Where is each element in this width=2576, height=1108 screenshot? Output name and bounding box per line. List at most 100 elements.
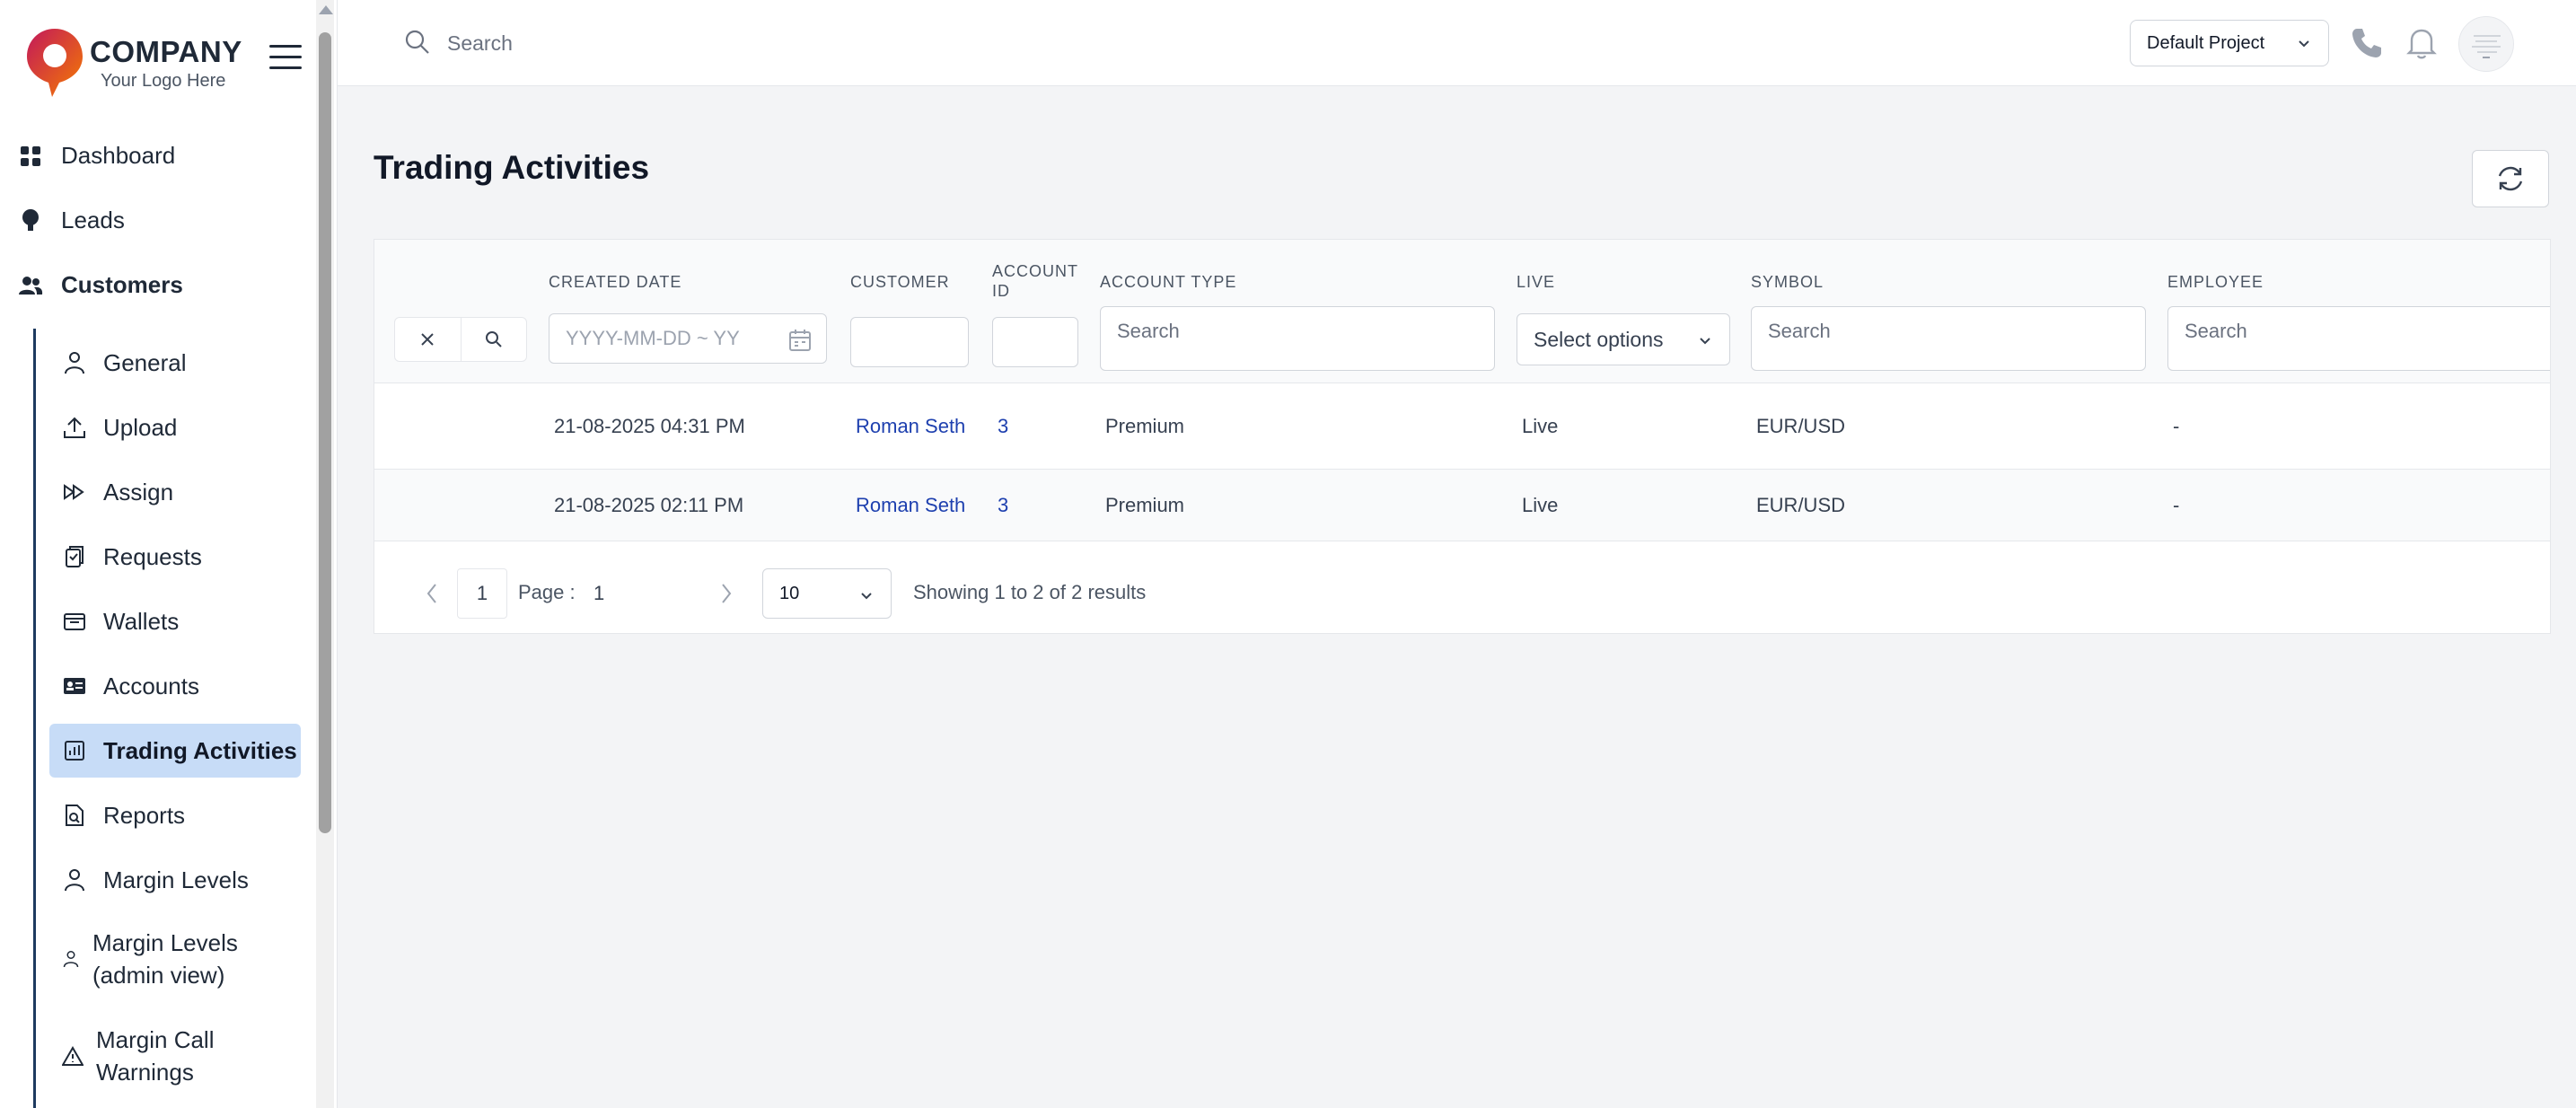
account-id-filter-input[interactable]	[992, 317, 1078, 367]
upload-icon	[62, 415, 87, 440]
cell-account-id-link[interactable]: 3	[998, 383, 1008, 470]
sidebar-item-label: Trading Activities	[103, 736, 297, 764]
bell-icon[interactable]	[2405, 25, 2439, 61]
cell-live: Live	[1522, 415, 1559, 437]
cell-account-type: Premium	[1105, 494, 1185, 516]
sidebar-item-reports[interactable]: Reports	[49, 797, 301, 833]
chevron-right-icon	[722, 584, 732, 603]
page-size-select[interactable]: 10	[762, 568, 892, 619]
trading-activities-table: CREATED DATE CUSTOMER ACCOUNT ID ACCOUNT…	[374, 239, 2551, 634]
results-summary: Showing 1 to 2 of 2 results	[913, 581, 1147, 603]
global-search-input[interactable]	[447, 25, 986, 61]
employee-search-input[interactable]	[2167, 306, 2550, 371]
submenu-guide-line	[33, 329, 36, 1108]
table-row[interactable]: 21-08-2025 04:31 PM Roman Seth 3 Premium…	[374, 383, 2550, 470]
chevron-down-icon	[1700, 338, 1710, 345]
cell-account-type: Premium	[1105, 415, 1185, 437]
sidebar-item-leads[interactable]: Leads	[18, 207, 125, 234]
cell-symbol: EUR/USD	[1756, 494, 1846, 516]
menu-toggle-icon[interactable]	[269, 45, 302, 72]
sidebar-item-margin-levels-admin[interactable]: Margin Levels (admin view)	[49, 925, 283, 993]
top-bar: Default Project	[338, 0, 2576, 86]
page-size-value: 10	[779, 583, 800, 603]
clear-filters-button[interactable]	[395, 318, 462, 361]
filter-actions	[394, 317, 527, 362]
page-number-button[interactable]: 1	[457, 568, 507, 619]
table-row[interactable]: 21-08-2025 02:11 PM Roman Seth 3 Premium…	[374, 470, 2550, 541]
cell-live: Live	[1522, 494, 1559, 516]
report-icon	[62, 803, 87, 828]
cell-symbol: EUR/USD	[1756, 415, 1846, 437]
user-icon	[62, 867, 87, 893]
logo-company-text: COMPANY	[90, 34, 242, 68]
sidebar-item-accounts[interactable]: Accounts	[49, 668, 301, 704]
scroll-thumb[interactable]	[319, 32, 331, 833]
page-jump-input[interactable]	[593, 570, 701, 617]
pagination: 1 Page : 10 Showing 1 to 2 of 2 results	[374, 554, 2550, 635]
refresh-button[interactable]	[2472, 150, 2549, 207]
sidebar-item-customers[interactable]: Customers	[18, 271, 183, 299]
wallet-icon	[62, 609, 87, 634]
created-date-range-input[interactable]	[549, 313, 827, 364]
search-icon	[485, 331, 502, 347]
sidebar-item-wallets[interactable]: Wallets	[49, 603, 301, 639]
lightbulb-icon	[18, 208, 43, 233]
column-header-created-date: CREATED DATE	[549, 273, 682, 291]
user-icon	[62, 350, 87, 375]
calendar-icon[interactable]	[787, 328, 813, 353]
apply-filters-button[interactable]	[462, 318, 527, 361]
logo-pin-icon	[27, 29, 83, 97]
column-header-symbol: SYMBOL	[1751, 273, 1824, 291]
live-filter-placeholder: Select options	[1534, 327, 1664, 351]
sidebar-item-label: Wallets	[103, 607, 180, 635]
refresh-icon	[2498, 166, 2523, 191]
logo-tagline: Your Logo Here	[101, 70, 226, 91]
sidebar-item-upload[interactable]: Upload	[49, 409, 301, 445]
chevron-down-icon	[2299, 40, 2309, 48]
next-page-button[interactable]	[701, 568, 752, 619]
sidebar-item-general[interactable]: General	[49, 345, 301, 381]
id-card-icon	[62, 673, 87, 699]
user-icon	[62, 946, 80, 972]
page-label: Page :	[518, 581, 576, 603]
sidebar-item-label: Upload	[103, 413, 178, 441]
users-icon	[18, 273, 43, 298]
phone-icon[interactable]	[2349, 25, 2385, 61]
fast-forward-icon	[62, 479, 87, 505]
user-avatar[interactable]	[2458, 16, 2514, 72]
previous-page-button[interactable]	[407, 568, 457, 619]
clipboard-icon	[62, 544, 87, 569]
sidebar-item-label: Assign	[103, 478, 174, 506]
symbol-search-input[interactable]	[1751, 306, 2146, 371]
customer-filter-input[interactable]	[850, 317, 969, 367]
cell-customer-link[interactable]: Roman Seth	[856, 470, 965, 541]
sidebar-item-margin-levels[interactable]: Margin Levels	[49, 862, 301, 898]
project-selector-value: Default Project	[2147, 32, 2265, 53]
cell-account-id-link[interactable]: 3	[998, 470, 1008, 541]
sidebar-item-margin-call-warnings[interactable]: Margin Call Warnings	[49, 1022, 256, 1090]
sidebar-item-label: Customers	[61, 271, 183, 298]
sidebar-item-dashboard[interactable]: Dashboard	[18, 142, 175, 170]
sidebar-item-assign[interactable]: Assign	[49, 474, 301, 510]
sidebar-item-label: Margin Levels	[103, 866, 249, 893]
cell-created-date: 21-08-2025 04:31 PM	[554, 415, 745, 437]
sidebar-item-trading-activities[interactable]: Trading Activities	[49, 724, 301, 778]
cell-customer-link[interactable]: Roman Seth	[856, 383, 965, 470]
close-icon	[421, 333, 434, 346]
sidebar-item-label: Margin Levels (admin view)	[92, 929, 238, 989]
live-filter-select[interactable]: Select options	[1517, 313, 1730, 365]
chevron-left-icon	[426, 584, 436, 603]
scroll-up-arrow-icon[interactable]	[319, 5, 333, 14]
sidebar-item-label: Leads	[61, 207, 125, 233]
column-header-live: LIVE	[1517, 273, 1556, 291]
project-selector[interactable]: Default Project	[2130, 20, 2329, 66]
sidebar-scrollbar[interactable]	[316, 0, 334, 1108]
chevron-down-icon	[861, 593, 872, 600]
sidebar-item-label: Accounts	[103, 672, 199, 699]
sidebar-item-requests[interactable]: Requests	[49, 539, 301, 575]
grid-icon	[18, 144, 43, 169]
sidebar-item-label: Reports	[103, 801, 186, 829]
account-type-search-input[interactable]	[1100, 306, 1495, 371]
company-logo[interactable]: COMPANY Your Logo Here	[25, 27, 242, 99]
column-header-account-id: ACCOUNT ID	[992, 262, 1078, 300]
